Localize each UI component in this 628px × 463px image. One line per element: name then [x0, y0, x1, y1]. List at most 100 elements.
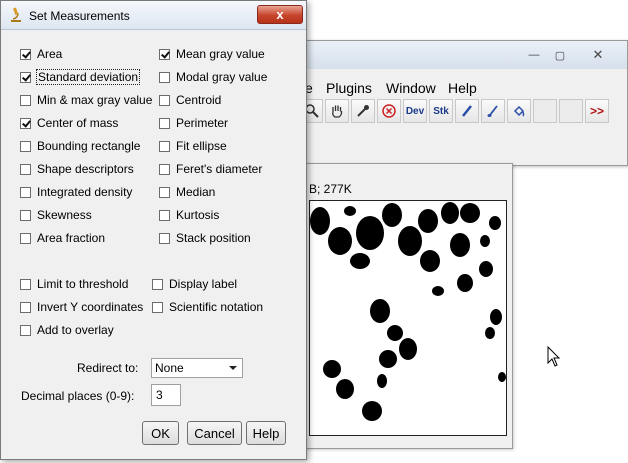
pencil-icon[interactable] [455, 99, 479, 123]
checkbox-label: Add to overlay [37, 323, 114, 337]
checkbox-limit-to-threshold[interactable]: Limit to threshold [20, 277, 128, 291]
checkbox-centroid[interactable]: Centroid [159, 93, 221, 107]
ok-button[interactable]: OK [142, 421, 179, 445]
checkbox-label: Perimeter [176, 116, 229, 130]
checkbox-box[interactable] [159, 140, 170, 152]
checkbox-modal-gray-value[interactable]: Modal gray value [159, 70, 267, 84]
checkbox-box[interactable] [152, 278, 163, 290]
checkbox-label: Integrated density [37, 185, 133, 199]
checkbox-area-fraction[interactable]: Area fraction [20, 231, 105, 245]
checkbox-label: Centroid [176, 93, 222, 107]
close-icon[interactable]: ✕ [585, 47, 611, 63]
checkbox-label: Modal gray value [176, 70, 268, 84]
dropper-icon[interactable] [351, 99, 375, 123]
brush-icon[interactable] [481, 99, 505, 123]
checkbox-box[interactable] [159, 48, 170, 60]
stk-tool-button[interactable]: Stk [429, 99, 453, 123]
checkbox-add-to-overlay[interactable]: Add to overlay [20, 323, 114, 337]
dialog-close-button[interactable]: x [257, 5, 303, 24]
dev-tool-button[interactable]: Dev [403, 99, 427, 123]
dialog-titlebar[interactable]: Set Measurements x [1, 1, 306, 30]
checkbox-label: Median [176, 185, 216, 199]
close-icon: x [276, 7, 284, 22]
checkbox-shape-descriptors[interactable]: Shape descriptors [20, 162, 134, 176]
checkbox-label: Stack position [176, 231, 251, 245]
checkbox-box[interactable] [20, 140, 31, 152]
checkbox-label: Bounding rectangle [37, 139, 141, 153]
flood-fill-icon[interactable] [507, 99, 531, 123]
redirect-label: Redirect to: [77, 361, 139, 375]
checkbox-label: Scientific notation [169, 300, 264, 314]
checkbox-center-of-mass[interactable]: Center of mass [20, 116, 118, 130]
checkbox-box[interactable] [20, 232, 31, 244]
checkbox-kurtosis[interactable]: Kurtosis [159, 208, 219, 222]
checkbox-label: Area [37, 47, 63, 61]
checkbox-ferets-diameter[interactable]: Feret's diameter [159, 162, 262, 176]
checkbox-perimeter[interactable]: Perimeter [159, 116, 228, 130]
set-measurements-dialog: Set Measurements x Area Standard deviati… [0, 0, 307, 460]
checkbox-label: Feret's diameter [176, 162, 263, 176]
maximize-icon[interactable]: ▢ [547, 47, 573, 63]
checkbox-box[interactable] [20, 163, 31, 175]
binary-cells-image [310, 202, 506, 421]
checkbox-label: Center of mass [37, 116, 119, 130]
image-info-text: B; 277K [309, 182, 352, 196]
checkbox-box[interactable] [20, 324, 31, 336]
checkbox-skewness[interactable]: Skewness [20, 208, 92, 222]
checkbox-box[interactable] [159, 163, 170, 175]
checkbox-box[interactable] [20, 48, 31, 60]
checkbox-bounding-rectangle[interactable]: Bounding rectangle [20, 139, 140, 153]
checkbox-box[interactable] [152, 301, 163, 313]
checkbox-box[interactable] [159, 209, 170, 221]
checkbox-median[interactable]: Median [159, 185, 215, 199]
checkbox-standard-deviation[interactable]: Standard deviation [20, 69, 141, 85]
checkbox-label: Display label [169, 277, 238, 291]
image-canvas[interactable] [309, 200, 507, 436]
minimize-icon[interactable]: — [521, 47, 547, 63]
checkbox-label: Skewness [37, 208, 92, 222]
checkbox-box[interactable] [20, 301, 31, 313]
menu-help[interactable]: Help [448, 80, 477, 96]
checkbox-label: Shape descriptors [37, 162, 134, 176]
checkbox-mean-gray-value[interactable]: Mean gray value [159, 47, 265, 61]
checkbox-label: Fit ellipse [176, 139, 227, 153]
redirect-dropdown[interactable]: None [151, 358, 243, 378]
checkbox-label: Limit to threshold [37, 277, 129, 291]
checkbox-integrated-density[interactable]: Integrated density [20, 185, 132, 199]
checkbox-box[interactable] [20, 94, 31, 106]
checkbox-scientific-notation[interactable]: Scientific notation [152, 300, 263, 314]
checkbox-box[interactable] [159, 186, 170, 198]
checkbox-box[interactable] [20, 278, 31, 290]
checkbox-label: Invert Y coordinates [37, 300, 144, 314]
imagej-menubar: e Plugins Window Help [301, 77, 627, 99]
menu-window[interactable]: Window [386, 80, 436, 96]
decimal-places-input[interactable] [151, 384, 181, 406]
checkbox-box[interactable] [20, 117, 31, 129]
help-button[interactable]: Help [246, 421, 286, 445]
checkbox-box[interactable] [20, 186, 31, 198]
checkbox-stack-position[interactable]: Stack position [159, 231, 251, 245]
menu-plugins[interactable]: Plugins [326, 80, 372, 96]
hand-icon[interactable] [325, 99, 349, 123]
empty-tool-slot[interactable] [559, 99, 583, 123]
redirect-value: None [155, 361, 184, 375]
checkbox-box[interactable] [159, 71, 170, 83]
dialog-title: Set Measurements [29, 9, 130, 23]
empty-tool-slot[interactable] [533, 99, 557, 123]
imagej-titlebar: — ▢ ✕ [301, 41, 627, 69]
checkbox-box[interactable] [159, 94, 170, 106]
checkbox-fit-ellipse[interactable]: Fit ellipse [159, 139, 227, 153]
checkbox-box[interactable] [20, 209, 31, 221]
checkbox-label: Area fraction [37, 231, 106, 245]
checkbox-box[interactable] [159, 117, 170, 129]
checkbox-box[interactable] [20, 71, 31, 83]
checkbox-invert-y[interactable]: Invert Y coordinates [20, 300, 143, 314]
cancel-button[interactable]: Cancel [187, 421, 242, 445]
imagej-microscope-icon [9, 7, 23, 26]
stop-icon[interactable] [377, 99, 401, 123]
checkbox-box[interactable] [159, 232, 170, 244]
more-tools-button[interactable]: >> [585, 99, 609, 123]
checkbox-display-label[interactable]: Display label [152, 277, 237, 291]
checkbox-min-max-gray[interactable]: Min & max gray value [20, 93, 152, 107]
checkbox-area[interactable]: Area [20, 47, 62, 61]
